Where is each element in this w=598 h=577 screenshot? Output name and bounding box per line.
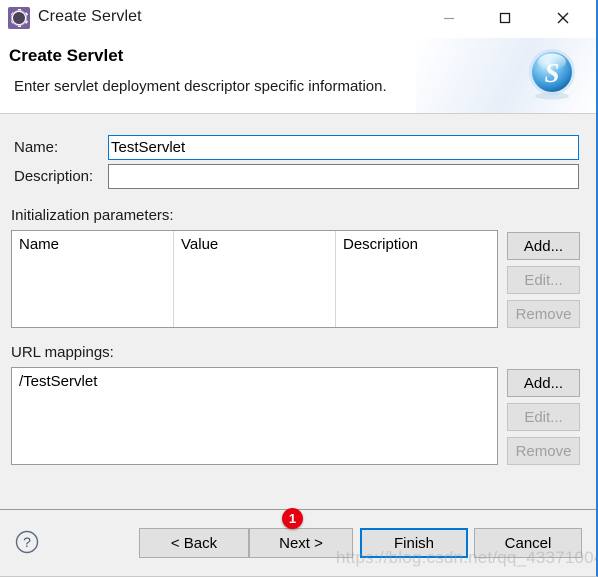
list-item[interactable]: /TestServlet [19,373,97,390]
url-mappings-label: URL mappings: [11,344,114,361]
url-mappings-edit-button: Edit... [507,403,580,431]
column-divider [335,231,336,327]
init-parameters-remove-button: Remove [507,300,580,328]
name-input[interactable] [108,135,579,160]
help-icon[interactable]: ? [14,529,40,555]
name-label: Name: [14,139,59,156]
description-label: Description: [14,168,94,185]
next-button[interactable]: Next > [249,528,353,558]
cancel-button[interactable]: Cancel [474,528,582,558]
servlet-gear-icon [8,7,30,29]
init-parameters-add-button[interactable]: Add... [507,232,580,260]
svg-text:?: ? [23,534,31,550]
url-mappings-list[interactable]: /TestServlet [11,367,498,465]
description-input[interactable] [108,164,579,189]
page-description: Enter servlet deployment descriptor spec… [14,78,387,95]
init-parameters-table[interactable]: Name Value Description [11,230,498,328]
column-header-description: Description [343,236,419,253]
maximize-icon[interactable] [482,0,528,36]
create-servlet-dialog: Create Servlet Create Servlet Enter serv… [0,0,598,577]
column-header-value: Value [181,236,219,253]
dialog-header: Create Servlet Enter servlet deployment … [0,38,596,114]
url-mappings-add-button[interactable]: Add... [507,369,580,397]
svg-text:S: S [544,58,559,88]
column-header-name: Name [19,236,60,253]
url-mappings-remove-button: Remove [507,437,580,465]
finish-button[interactable]: Finish [360,528,468,558]
window-title: Create Servlet [38,8,142,25]
page-title: Create Servlet [9,46,124,65]
blue-sphere-s-logo: S [524,46,580,102]
minimize-icon[interactable] [426,0,472,36]
init-parameters-edit-button: Edit... [507,266,580,294]
close-icon[interactable] [540,0,586,36]
annotation-badge-1: 1 [282,508,303,529]
title-bar: Create Servlet [0,0,596,38]
column-divider [173,231,174,327]
back-button[interactable]: < Back [139,528,249,558]
init-parameters-label: Initialization parameters: [11,207,174,224]
